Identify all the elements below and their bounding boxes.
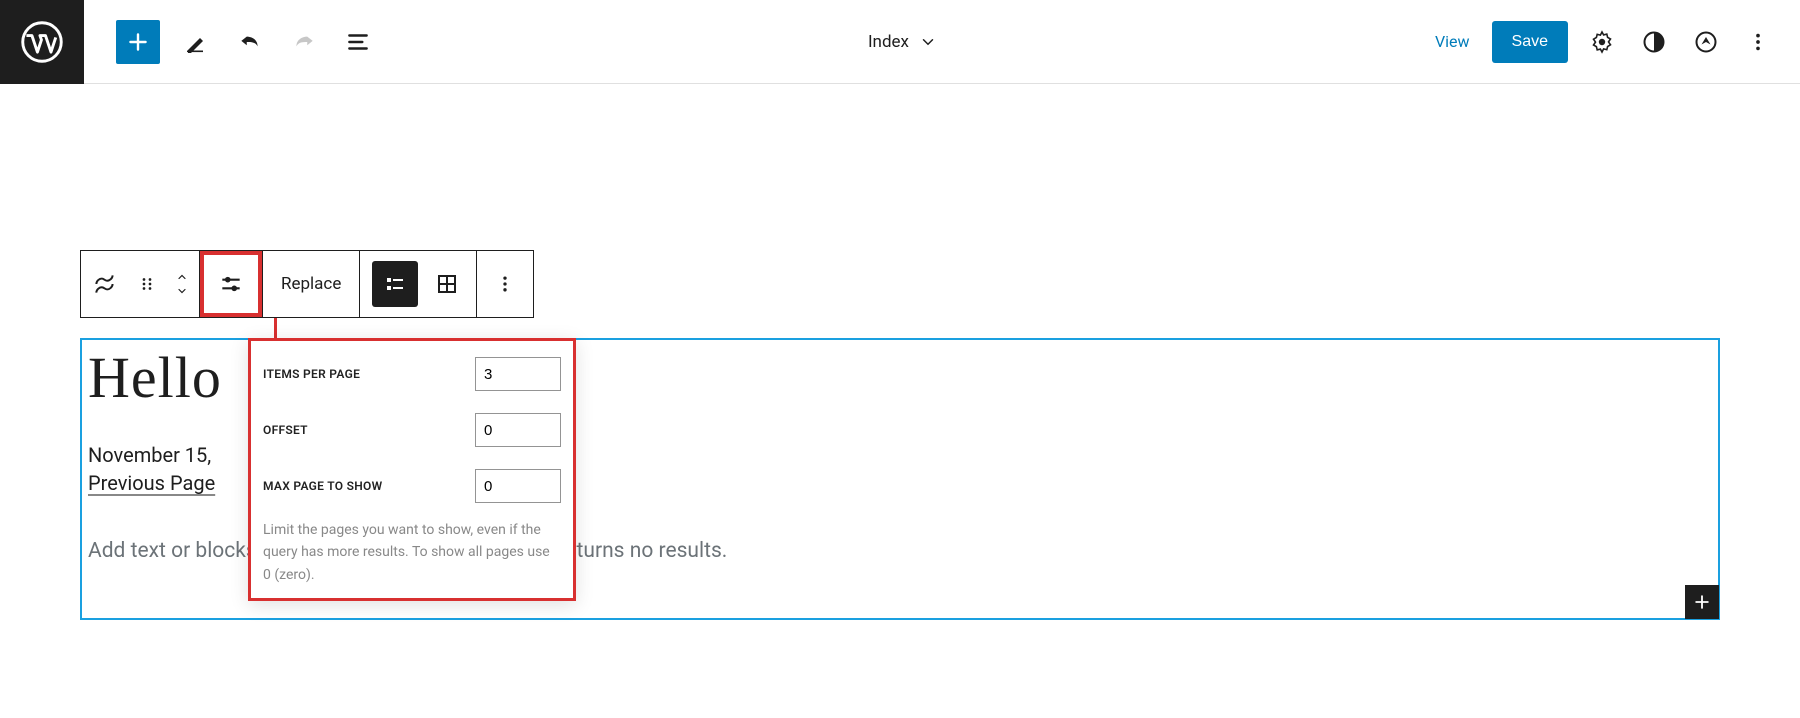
more-options-button[interactable] — [1740, 24, 1776, 60]
styles-button[interactable] — [1636, 24, 1672, 60]
editor-canvas: Hello November 15, Previous Page Add tex… — [0, 84, 1800, 204]
replace-button[interactable]: Replace — [263, 251, 359, 317]
tools-edit-icon[interactable] — [178, 24, 214, 60]
topbar-right-tools: View Save — [1429, 21, 1800, 63]
move-up-down[interactable] — [165, 251, 199, 317]
max-page-label: Max page to show — [263, 479, 382, 493]
editor-topbar: Index View Save — [0, 0, 1800, 84]
navigation-menu-button[interactable] — [1688, 24, 1724, 60]
view-link[interactable]: View — [1429, 22, 1476, 61]
list-layout-button[interactable] — [372, 261, 418, 307]
drag-handle[interactable] — [129, 251, 165, 317]
items-per-page-label: Items per page — [263, 367, 360, 381]
chevron-down-icon — [174, 285, 190, 297]
block-toolbar: Replace — [80, 250, 534, 318]
offset-label: Offset — [263, 423, 308, 437]
chevron-down-icon — [919, 33, 937, 51]
wordpress-logo[interactable] — [0, 0, 84, 84]
offset-input[interactable] — [475, 413, 561, 447]
topbar-left-tools — [84, 20, 376, 64]
query-block-icon[interactable] — [81, 251, 129, 317]
block-more-options[interactable] — [477, 251, 533, 317]
toggle-inserter-button[interactable] — [116, 20, 160, 64]
template-name: Index — [868, 32, 909, 52]
redo-button[interactable] — [286, 24, 322, 60]
save-button[interactable]: Save — [1492, 21, 1568, 63]
list-view-button[interactable] — [340, 24, 376, 60]
display-settings-button[interactable] — [200, 251, 262, 317]
chevron-up-icon — [174, 271, 190, 283]
max-page-help-text: Limit the pages you want to show, even i… — [263, 519, 561, 586]
template-selector[interactable]: Index — [376, 32, 1429, 52]
add-block-button[interactable] — [1685, 585, 1719, 619]
display-settings-popover: Items per page Offset Max page to show L… — [248, 338, 576, 601]
undo-button[interactable] — [232, 24, 268, 60]
items-per-page-input[interactable] — [475, 357, 561, 391]
previous-page-link[interactable]: Previous Page — [82, 467, 221, 495]
max-page-input[interactable] — [475, 469, 561, 503]
grid-layout-button[interactable] — [424, 251, 470, 317]
settings-button[interactable] — [1584, 24, 1620, 60]
annotation-connector — [274, 318, 277, 340]
